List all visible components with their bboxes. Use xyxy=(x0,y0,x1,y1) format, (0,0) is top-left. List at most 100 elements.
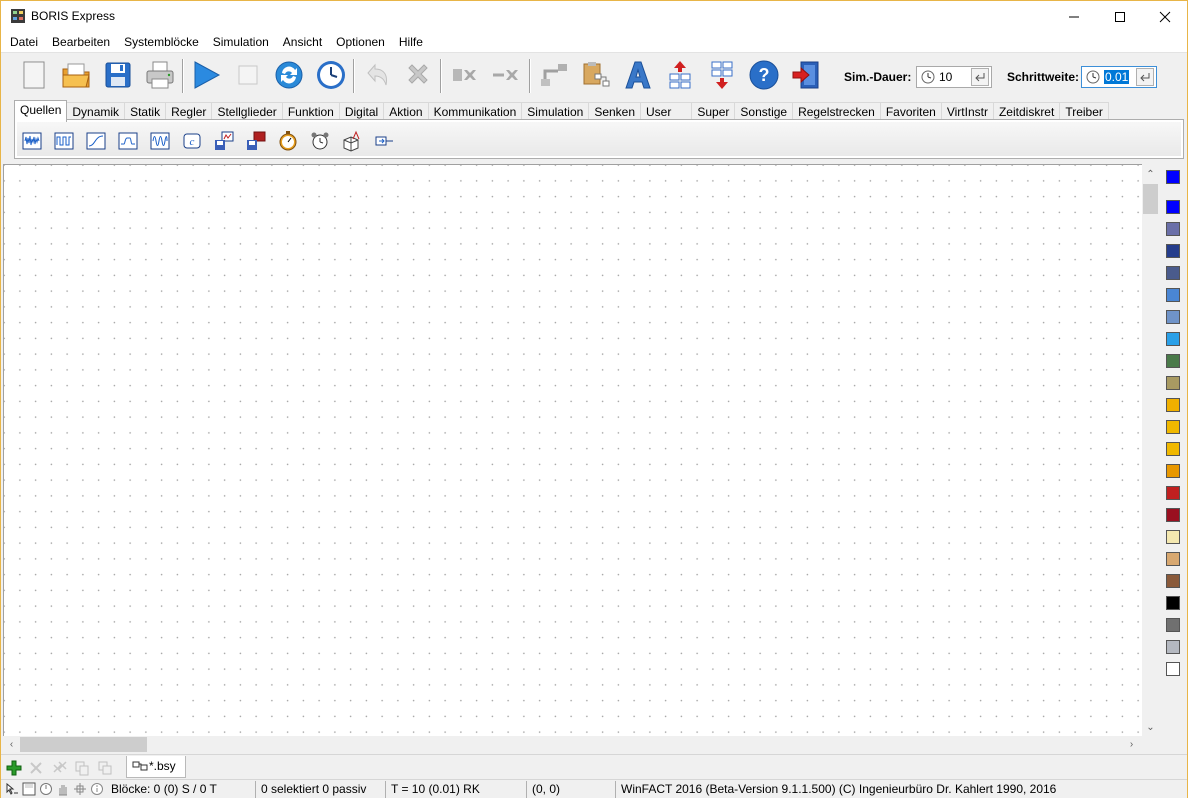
duplicate-document-button[interactable] xyxy=(74,760,90,776)
new-file-button[interactable] xyxy=(17,58,51,92)
color-swatch[interactable] xyxy=(1166,442,1180,456)
block-pulse-wave-source[interactable] xyxy=(117,130,139,152)
step-size-apply-button[interactable] xyxy=(1136,68,1154,86)
move-down-button[interactable] xyxy=(705,58,739,92)
delete-button[interactable] xyxy=(401,58,435,92)
block-sine-source[interactable] xyxy=(149,130,171,152)
step-size-field[interactable]: 0.01 xyxy=(1081,66,1157,88)
refresh-button[interactable] xyxy=(272,58,306,92)
undo-button[interactable] xyxy=(359,58,393,92)
block-file-source[interactable] xyxy=(213,130,235,152)
file-input-icon xyxy=(215,131,234,150)
move-cross-icon[interactable] xyxy=(73,782,87,796)
menu-ansicht[interactable]: Ansicht xyxy=(276,32,329,52)
block-noise-source[interactable] xyxy=(21,130,43,152)
move-up-button[interactable] xyxy=(663,58,697,92)
color-swatch[interactable] xyxy=(1166,244,1180,258)
color-swatch[interactable] xyxy=(1166,618,1180,632)
document-tab[interactable]: *.bsy xyxy=(126,756,186,778)
delete-blocks-button[interactable] xyxy=(447,58,481,92)
color-palette xyxy=(1159,164,1187,754)
color-swatch[interactable] xyxy=(1166,486,1180,500)
block-data-source[interactable] xyxy=(245,130,267,152)
connect-blocks-button[interactable] xyxy=(537,58,571,92)
tab-quellen[interactable]: Quellen xyxy=(14,100,68,122)
cascade-documents-button[interactable] xyxy=(97,760,113,776)
active-color-swatch[interactable] xyxy=(1166,170,1180,184)
block-step-source[interactable] xyxy=(85,130,107,152)
menu-datei[interactable]: Datei xyxy=(3,32,45,52)
sim-duration-field[interactable]: 10 xyxy=(916,66,992,88)
scroll-right-arrow[interactable]: › xyxy=(1123,736,1140,753)
block-input-port[interactable] xyxy=(373,130,395,152)
help-button[interactable]: ? xyxy=(747,58,781,92)
paste-blocks-button[interactable] xyxy=(579,58,613,92)
block-constant-source[interactable]: c xyxy=(181,130,203,152)
start-simulation-button[interactable] xyxy=(189,58,223,92)
vertical-scrollbar[interactable]: ⌃ ⌄ xyxy=(1142,164,1159,736)
menu-simulation[interactable]: Simulation xyxy=(206,32,276,52)
sine-signal-icon xyxy=(150,132,170,150)
stop-simulation-button[interactable] xyxy=(231,58,265,92)
color-swatch[interactable] xyxy=(1166,288,1180,302)
block-alarm-clock[interactable] xyxy=(309,130,331,152)
color-swatch[interactable] xyxy=(1166,530,1180,544)
hand-pan-icon[interactable] xyxy=(56,782,70,796)
sim-duration-apply-button[interactable] xyxy=(971,68,989,86)
scroll-left-arrow[interactable]: ‹ xyxy=(3,736,20,753)
block-pulse-source[interactable] xyxy=(53,130,75,152)
horizontal-scrollbar[interactable]: ‹ › xyxy=(3,736,1142,753)
scroll-up-arrow[interactable]: ⌃ xyxy=(1142,166,1159,183)
color-swatch[interactable] xyxy=(1166,420,1180,434)
color-swatch[interactable] xyxy=(1166,640,1180,654)
bring-front-icon xyxy=(669,61,691,89)
close-document-button[interactable] xyxy=(28,760,44,776)
timer-status-icon[interactable] xyxy=(39,782,53,796)
color-swatch[interactable] xyxy=(1166,354,1180,368)
color-swatch[interactable] xyxy=(1166,464,1180,478)
color-swatch[interactable] xyxy=(1166,310,1180,324)
save-button[interactable] xyxy=(101,58,135,92)
block-diagram-canvas[interactable] xyxy=(3,164,1142,736)
step-size-value[interactable]: 0.01 xyxy=(1104,70,1130,84)
printer-icon xyxy=(146,61,174,89)
close-button[interactable] xyxy=(1142,1,1188,32)
timer-button[interactable] xyxy=(314,58,348,92)
block-3d-signal[interactable] xyxy=(341,130,363,152)
color-swatch[interactable] xyxy=(1166,508,1180,522)
horizontal-scroll-thumb[interactable] xyxy=(20,737,147,752)
color-swatch[interactable] xyxy=(1166,332,1180,346)
color-swatch[interactable] xyxy=(1166,376,1180,390)
color-swatch[interactable] xyxy=(1166,574,1180,588)
print-button[interactable] xyxy=(143,58,177,92)
sim-duration-value[interactable]: 10 xyxy=(939,70,971,84)
constant-c-icon: c xyxy=(183,133,201,149)
save-status-icon[interactable] xyxy=(22,782,36,796)
menu-hilfe[interactable]: Hilfe xyxy=(392,32,430,52)
exit-button[interactable] xyxy=(789,58,823,92)
window-title: BORIS Express xyxy=(31,9,116,23)
vertical-scroll-thumb[interactable] xyxy=(1143,184,1158,214)
info-icon[interactable] xyxy=(90,782,104,796)
add-document-button[interactable] xyxy=(6,760,22,776)
color-swatch[interactable] xyxy=(1166,266,1180,280)
color-swatch[interactable] xyxy=(1166,398,1180,412)
color-swatch[interactable] xyxy=(1166,222,1180,236)
maximize-button[interactable] xyxy=(1097,1,1143,32)
cursor-mode-icon[interactable] xyxy=(5,782,19,796)
color-swatch[interactable] xyxy=(1166,200,1180,214)
block-stopwatch[interactable] xyxy=(277,130,299,152)
close-all-documents-button[interactable] xyxy=(52,760,68,776)
menu-optionen[interactable]: Optionen xyxy=(329,32,392,52)
minimize-button[interactable] xyxy=(1051,1,1097,32)
delete-connection-icon xyxy=(493,70,518,80)
color-swatch[interactable] xyxy=(1166,662,1180,676)
open-file-button[interactable] xyxy=(59,58,93,92)
delete-connections-button[interactable] xyxy=(489,58,523,92)
text-button[interactable] xyxy=(621,58,655,92)
color-swatch[interactable] xyxy=(1166,596,1180,610)
scroll-down-arrow[interactable]: ⌄ xyxy=(1142,719,1159,736)
menu-bearbeiten[interactable]: Bearbeiten xyxy=(45,32,117,52)
color-swatch[interactable] xyxy=(1166,552,1180,566)
menu-systembloecke[interactable]: Systemblöcke xyxy=(117,32,206,52)
